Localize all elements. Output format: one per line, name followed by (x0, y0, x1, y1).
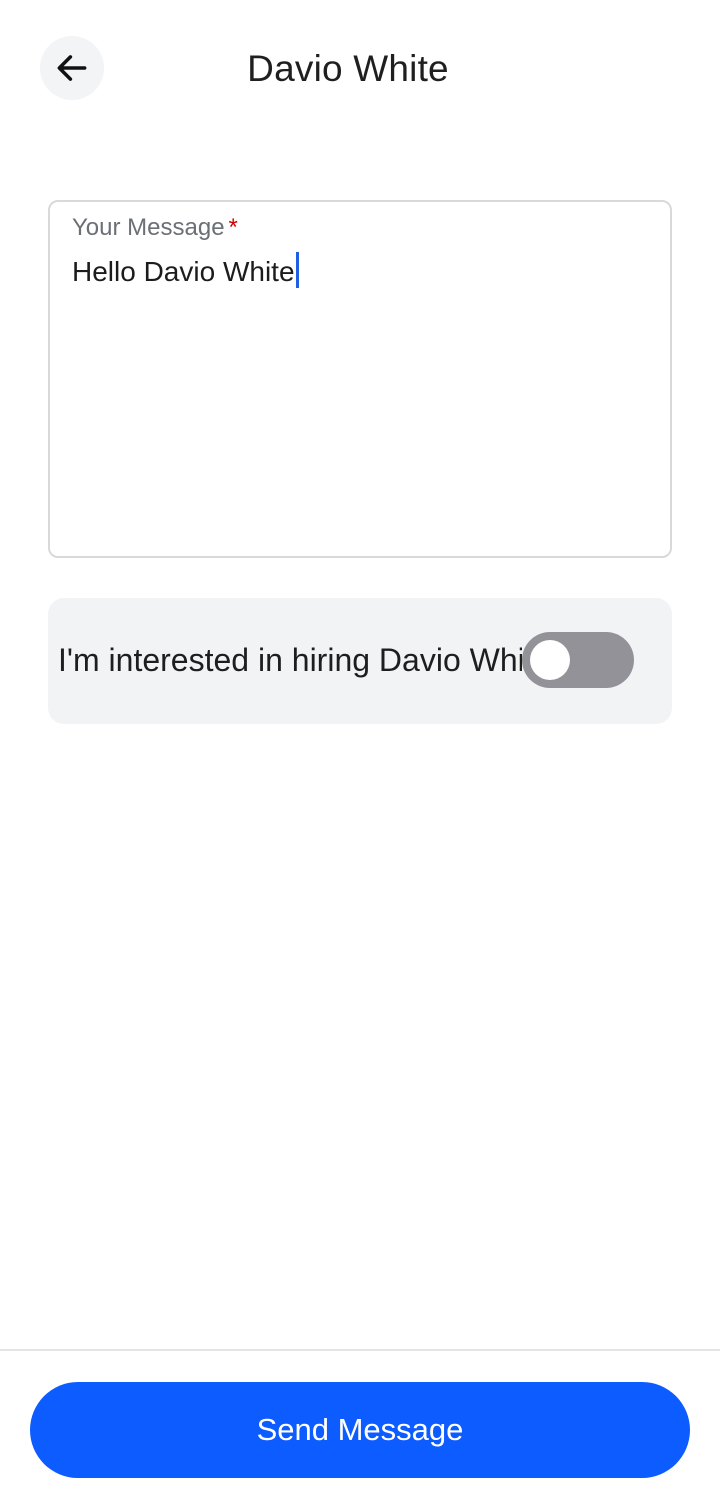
hiring-interest-card: I'm interested in hiring Davio White (48, 598, 672, 724)
footer-bar: Send Message (0, 1349, 720, 1507)
message-input-value[interactable]: Hello Davio White (72, 252, 299, 288)
toggle-knob (530, 640, 570, 680)
required-marker: * (228, 214, 238, 241)
message-textarea[interactable]: Your Message * Hello Davio White (48, 200, 672, 558)
send-message-button[interactable]: Send Message (30, 1382, 690, 1478)
message-label: Your Message * (72, 214, 238, 241)
hiring-interest-toggle[interactable] (522, 632, 634, 688)
text-caret (295, 252, 299, 288)
page-title: Davio White (247, 48, 449, 89)
hiring-interest-label: I'm interested in hiring Davio White (58, 642, 522, 678)
top-bar: Davio White (0, 0, 720, 140)
